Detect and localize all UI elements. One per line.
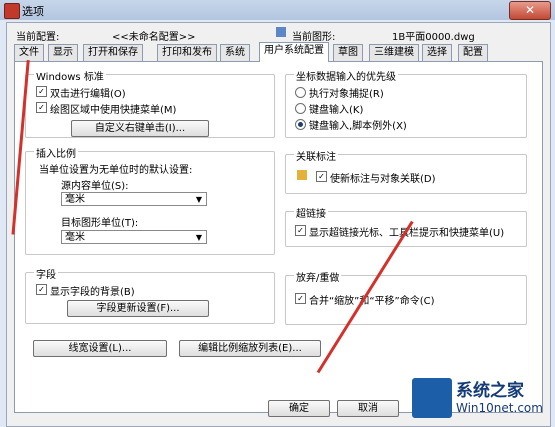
tab-content: Windows 标准 ✓ 双击进行编辑(O) ✓ 绘图区域中使用快捷菜单(M) … [14,61,543,413]
ok-button[interactable]: 确定 [268,400,330,417]
custom-right-click-button[interactable]: 自定义右键单击(I)... [71,120,209,137]
app-icon [4,3,20,19]
combine-zoom-pan-label: 合并“缩放”和“平移”命令(C) [309,296,435,307]
field-update-button[interactable]: 字段更新设置(F)... [67,300,209,317]
tab-display[interactable]: 显示 [48,44,78,61]
target-units-select[interactable]: 毫米 ▼ [61,230,207,244]
assoc-dim-title: 关联标注 [294,148,338,163]
tab-3d-modeling[interactable]: 三维建模 [369,44,419,61]
current-config-label: 当前配置: [16,32,60,43]
assoc-dim-label: 使新标注与对象关联(D) [330,174,436,185]
options-window: 选项 ✕ 当前配置: <<未命名配置>> 当前图形: 1B平面0000.dwg … [0,0,555,427]
current-config-value: <<未命名配置>> [112,32,196,43]
tab-drafting[interactable]: 草图 [333,44,363,61]
keyboard-radio[interactable] [295,103,306,114]
tab-plot-publish[interactable]: 打印和发布 [157,44,217,61]
shortcut-menu-label: 绘图区域中使用快捷菜单(M) [50,105,177,116]
hyperlink-title: 超链接 [294,205,328,220]
cancel-button[interactable]: 取消 [337,400,399,417]
osnap-radio[interactable] [295,87,306,98]
current-drawing-value: 1B平面0000.dwg [392,32,475,43]
keyboard-except-scripts-label: 键盘输入,脚本例外(X) [309,121,407,132]
osnap-label: 执行对象捕捉(R) [309,89,384,100]
field-background-label: 显示字段的背景(B) [50,287,135,298]
tab-user-prefs[interactable]: 用户系统配置 [259,42,329,62]
dimension-icon [297,170,307,180]
insert-scale-desc: 当单位设置为无单位时的默认设置: [39,165,193,176]
target-units-value: 毫米 [65,232,85,243]
close-button[interactable]: ✕ [509,1,551,20]
target-units-label: 目标图形单位(T): [61,218,139,229]
keyboard-except-scripts-radio[interactable] [295,119,306,130]
tab-system[interactable]: 系统 [220,44,250,61]
watermark-logo-icon [412,378,452,418]
shortcut-menu-checkbox[interactable]: ✓ [36,102,47,113]
watermark: 系统之家 Win10net.com [412,374,552,424]
tab-open-save[interactable]: 打开和保存 [83,44,143,61]
current-drawing-label: 当前图形: [292,32,336,43]
assoc-dim-checkbox[interactable]: ✓ [316,171,327,182]
field-background-checkbox[interactable]: ✓ [36,284,47,295]
window-title: 选项 [22,5,44,18]
insert-scale-title: 插入比例 [34,145,78,160]
undo-title: 放弃/重做 [294,269,342,284]
lineweight-settings-button[interactable]: 线宽设置(L)... [33,340,167,357]
edit-scale-list-button[interactable]: 编辑比例缩放列表(E)... [179,340,321,357]
tab-file[interactable]: 文件 [14,44,44,61]
fields-title: 字段 [34,266,58,281]
source-units-label: 源内容单位(S): [61,181,129,192]
keyboard-label: 键盘输入(K) [309,105,364,116]
watermark-line2: Win10net.com [456,401,543,415]
source-units-select[interactable]: 毫米 ▼ [61,192,207,206]
hyperlink-checkbox[interactable]: ✓ [295,225,306,236]
dblclick-edit-checkbox[interactable]: ✓ [36,86,47,97]
coord-priority-title: 坐标数据输入的优先级 [294,68,398,83]
chevron-down-icon: ▼ [195,233,202,242]
tab-selection[interactable]: 选择 [422,44,452,61]
dblclick-edit-label: 双击进行编辑(O) [50,89,126,100]
drawing-icon [276,27,286,37]
tab-profiles[interactable]: 配置 [458,44,488,61]
source-units-value: 毫米 [65,194,85,205]
chevron-down-icon: ▼ [195,195,202,204]
windows-std-title: Windows 标准 [34,68,106,83]
title-bar[interactable]: 选项 ✕ [0,0,555,20]
combine-zoom-pan-checkbox[interactable]: ✓ [295,293,306,304]
watermark-line1: 系统之家 [456,381,524,401]
